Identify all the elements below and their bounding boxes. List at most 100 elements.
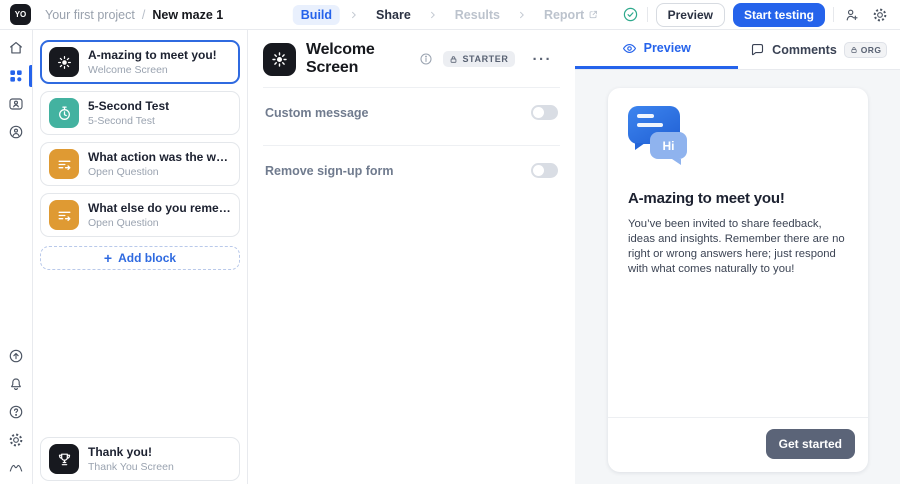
gear-icon [872,7,888,23]
welcome-heading: A-mazing to meet you! [628,190,785,207]
setting-row-custom-message: Custom message [263,88,560,137]
breadcrumb: Your first project / New maze 1 [45,8,223,22]
get-started-button[interactable]: Get started [765,429,855,459]
block-card-text: What action was the webpage a... Open Qu… [88,150,231,178]
nav-share[interactable]: Share [368,5,419,25]
gear-icon [8,432,24,448]
user-circle-icon [8,124,24,140]
plus-icon: + [103,250,113,266]
breadcrumb-project[interactable]: Your first project [45,8,135,22]
rail-maze-builder-button[interactable] [0,62,32,90]
settings-button[interactable] [870,5,890,25]
main-area: A-mazing to meet you! Welcome Screen 5-S… [0,30,900,484]
preview-button[interactable]: Preview [655,2,725,27]
stopwatch-icon [49,98,79,128]
welcome-sun-icon [263,42,296,76]
bubble-text-line [637,123,663,127]
hi-bubble: Hi [650,132,687,165]
rail-help-button[interactable] [0,398,32,426]
block-card-text: 5-Second Test 5-Second Test [88,99,169,127]
rail-spacer [0,146,32,342]
open-question-icon [49,200,79,230]
tab-comments[interactable]: Comments ORG [738,30,900,69]
saved-check-icon [622,6,639,23]
nav-report-label: Report [543,7,585,22]
welcome-message: You’ve been invited to share feedback, i… [628,218,845,276]
block-title: What else do you remember fro... [88,201,231,215]
info-icon[interactable] [419,52,433,66]
chevron-right-icon [428,10,438,20]
starter-badge-label: STARTER [462,54,509,64]
left-rail [0,30,33,484]
divider [833,7,834,22]
start-testing-button[interactable]: Start testing [732,2,825,27]
home-icon [8,40,24,56]
block-card-text: A-mazing to meet you! Welcome Screen [88,48,217,76]
setting-label: Custom message [265,105,369,120]
starter-badge: STARTER [443,51,515,67]
invite-member-button[interactable] [842,5,862,25]
add-block-label: Add block [118,251,177,265]
open-question-icon [49,149,79,179]
block-card-five-second-test[interactable]: 5-Second Test 5-Second Test [40,91,240,135]
block-subtitle: Welcome Screen [88,64,168,76]
tab-preview[interactable]: Preview [575,30,738,69]
rail-upgrade-button[interactable] [0,342,32,370]
block-card-open-question-2[interactable]: What else do you remember fro... Open Qu… [40,193,240,237]
nav-build[interactable]: Build [292,4,341,25]
block-subtitle: 5-Second Test [88,115,155,127]
block-card-text: What else do you remember fro... Open Qu… [88,201,231,229]
rail-panel-button[interactable] [0,90,32,118]
welcome-preview-card: Hi A-mazing to meet you! You’ve been inv… [608,88,868,472]
toggle-knob [533,165,544,176]
bubble-text-line [637,114,654,118]
block-options-menu-button[interactable]: ··· [525,51,561,68]
remove-signup-form-toggle[interactable] [531,163,558,178]
help-circle-icon [8,404,24,420]
rail-notifications-button[interactable] [0,370,32,398]
block-title: What action was the webpage a... [88,150,231,164]
org-badge-label: ORG [860,44,882,55]
workspace-logo[interactable]: YO [10,4,31,25]
chevron-right-icon [349,10,359,20]
org-badge: ORG [843,41,888,58]
topbar-left: YO Your first project / New maze 1 [10,4,223,25]
block-card-text: Thank you! Thank You Screen [88,445,174,473]
block-subtitle: Open Question [88,217,159,229]
toggle-knob [533,107,544,118]
chevron-right-icon [517,10,527,20]
comment-bubble-icon [752,43,764,56]
rail-profile-button[interactable] [0,118,32,146]
person-add-icon [844,7,860,23]
preview-panel: Preview Comments ORG Hi A-mazing to meet… [575,30,900,484]
rail-home-button[interactable] [0,34,32,62]
hi-bubble-text: Hi [662,138,675,153]
arrow-up-circle-icon [8,348,24,364]
eye-icon [622,43,636,53]
blocks-grid-icon [8,68,24,84]
nav-report[interactable]: Report [536,5,607,25]
block-card-open-question-1[interactable]: What action was the webpage a... Open Qu… [40,142,240,186]
lock-icon [851,46,857,53]
lock-icon [451,55,457,63]
tab-comments-label: Comments [772,42,837,57]
add-block-button[interactable]: + Add block [40,246,240,270]
divider [646,7,648,22]
block-editor-panel: Welcome Screen STARTER ··· Custom messag… [248,30,575,484]
chat-bubbles-illustration: Hi [628,106,690,166]
block-card-welcome[interactable]: A-mazing to meet you! Welcome Screen [40,40,240,84]
custom-message-toggle[interactable] [531,105,558,120]
breadcrumb-separator: / [141,7,146,22]
topbar: YO Your first project / New maze 1 Build… [0,0,900,30]
preview-body: Hi A-mazing to meet you! You’ve been inv… [575,70,900,484]
rail-settings-button[interactable] [0,426,32,454]
editor-header: Welcome Screen STARTER ··· [263,39,560,79]
maze-logo-icon [8,460,24,476]
nav-results[interactable]: Results [447,5,508,25]
preview-tabs: Preview Comments ORG [575,30,900,70]
block-title: A-mazing to meet you! [88,48,217,62]
block-card-thank-you[interactable]: Thank you! Thank You Screen [40,437,240,481]
external-link-icon [588,9,599,20]
setting-row-remove-signup-form: Remove sign-up form [263,146,560,195]
breadcrumb-maze-name[interactable]: New maze 1 [152,8,223,22]
